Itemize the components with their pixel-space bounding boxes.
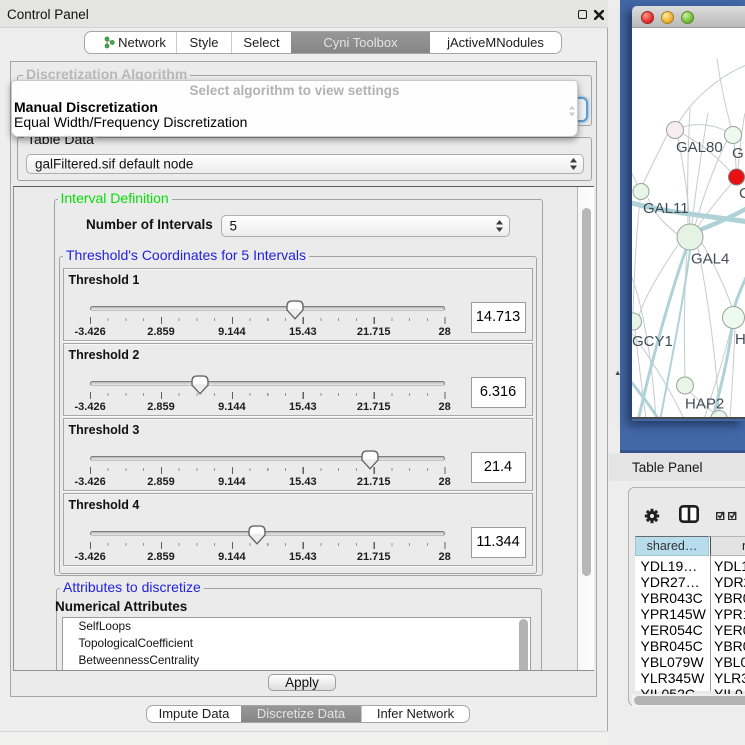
- svg-text:GAL11: GAL11: [643, 200, 689, 217]
- svg-text:H: H: [735, 331, 745, 348]
- svg-text:GCY1: GCY1: [632, 333, 673, 350]
- svg-text:GAL4: GAL4: [691, 251, 729, 268]
- svg-text:GAL80: GAL80: [676, 139, 723, 156]
- svg-text:C: C: [739, 185, 745, 202]
- svg-text:G.: G.: [732, 145, 745, 162]
- svg-text:HAP2: HAP2: [685, 396, 724, 413]
